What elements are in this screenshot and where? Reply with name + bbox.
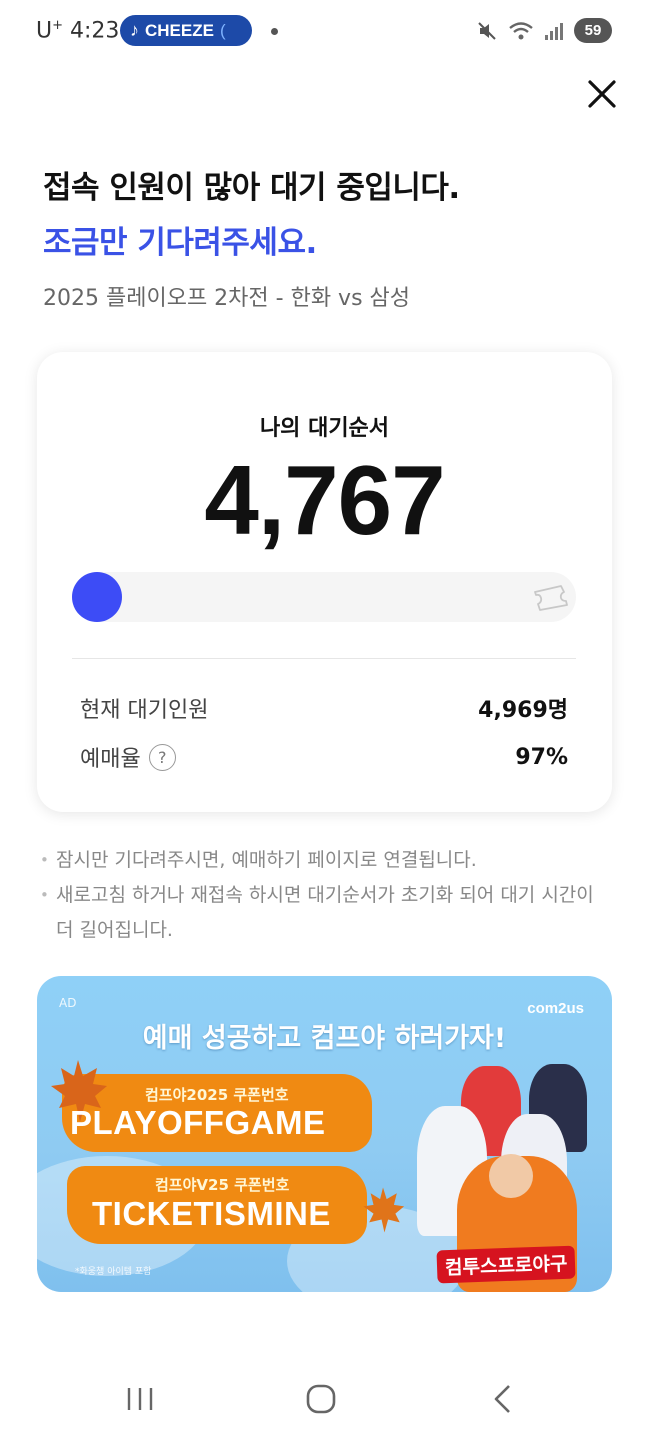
home-icon (306, 1384, 336, 1414)
music-note-icon: ♪ (130, 20, 139, 40)
ad-brand-logo: com2us (527, 1000, 584, 1017)
media-pill-tail: ( (219, 20, 226, 40)
media-pill[interactable]: ♪ CHEEZE ( (120, 15, 252, 46)
recent-apps-button[interactable] (115, 1379, 165, 1419)
battery-indicator: 59 (574, 18, 612, 43)
maple-leaf-icon (363, 1187, 405, 1233)
waiting-title: 접속 인원이 많아 대기 중입니다. (43, 170, 460, 206)
queue-card: 나의 대기순서 4,767 현재 대기인원 4,969명 예매율 ? 97% (37, 352, 612, 812)
carrier-name: U (36, 18, 53, 44)
booking-rate-label-group: 예매율 ? (80, 741, 176, 773)
waiting-subtitle: 조금만 기다려주세요. (43, 225, 317, 261)
help-icon[interactable]: ? (148, 743, 176, 771)
queue-position-number: 4,767 (204, 445, 445, 555)
current-waiting-value: 4,969명 (478, 698, 568, 723)
home-button[interactable] (296, 1379, 346, 1419)
ad-tag: AD (59, 996, 77, 1010)
notice-item: 잠시만 기다려주시면, 예매하기 페이지로 연결됩니다. (40, 843, 610, 878)
notice-list: 잠시만 기다려주시면, 예매하기 페이지로 연결됩니다. 새로고침 하거나 재접… (40, 843, 610, 948)
coupon-2-label: 컴프야V25 쿠폰번호 (155, 1176, 290, 1194)
queue-position-label: 나의 대기순서 (259, 416, 390, 441)
game-name: 2025 플레이오프 2차전 - 한화 vs 삼성 (43, 286, 411, 311)
media-pill-label: CHEEZE (145, 20, 214, 40)
wifi-icon (508, 20, 534, 42)
progress-knob (72, 572, 122, 622)
current-waiting-label: 현재 대기인원 (80, 698, 209, 723)
ticket-icon (530, 583, 568, 615)
close-icon (588, 80, 616, 108)
booking-rate-row: 예매율 ? 97% (80, 741, 568, 773)
recent-apps-icon (127, 1388, 153, 1410)
close-button[interactable] (584, 76, 620, 112)
booking-rate-value: 97% (515, 744, 568, 770)
card-divider (72, 658, 576, 659)
coupon-1-code: PLAYOFFGAME (70, 1104, 326, 1141)
ad-footnote: *화웅챙 아이템 포함 (75, 1267, 152, 1277)
back-icon (494, 1385, 510, 1413)
queue-progress-bar (72, 572, 576, 622)
carrier-suffix: + (52, 18, 64, 33)
navigation-bar (0, 1355, 648, 1440)
notice-item: 새로고침 하거나 재접속 하시면 대기순서가 초기화 되어 대기 시간이 더 길… (40, 878, 610, 948)
notification-dot-icon (271, 28, 278, 35)
ad-banner[interactable]: AD com2us 예매 성공하고 컴프야 하러가자! 컴프야2025 쿠폰번호… (37, 976, 612, 1292)
player-face (489, 1154, 533, 1198)
game-logo: 컴투스프로야구 (436, 1245, 576, 1284)
mute-icon (476, 20, 498, 42)
clock: 4:23 (70, 18, 120, 44)
carrier-time: U+ 4:23 (36, 18, 119, 43)
current-waiting-row: 현재 대기인원 4,969명 (80, 692, 568, 724)
coupon-1-label: 컴프야2025 쿠폰번호 (145, 1086, 289, 1104)
booking-rate-label: 예매율 (80, 747, 141, 772)
coupon-2-code: TICKETISMINE (92, 1195, 331, 1232)
status-bar: U+ 4:23 ♪ CHEEZE ( 59 (0, 0, 648, 62)
status-icons: 59 (476, 18, 612, 43)
back-button[interactable] (478, 1379, 528, 1419)
signal-icon (544, 21, 564, 41)
